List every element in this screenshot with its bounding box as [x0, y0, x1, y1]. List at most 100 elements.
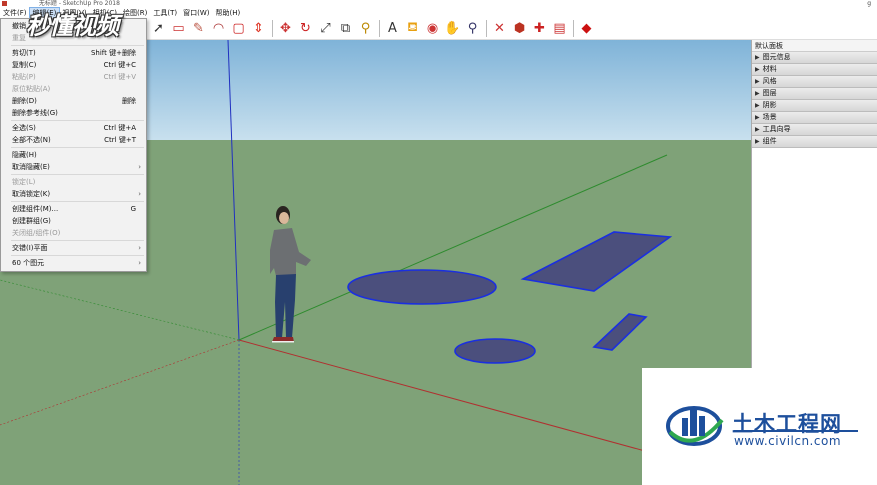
menu-5[interactable]: 工具(T)	[150, 8, 180, 18]
push-pull-icon[interactable]: ⇕	[249, 19, 268, 38]
pan-icon[interactable]: ✋	[443, 19, 462, 38]
select-icon[interactable]: ➚	[149, 19, 168, 38]
move-icon[interactable]: ✥	[276, 19, 295, 38]
edit-menu-dropdown: 撤销 重复 剪切(T) Shift 键+删除 复制(C) Ctrl 键+C 粘贴(P) Ct…	[0, 18, 147, 272]
submenu-arrow-icon: ›	[138, 259, 141, 267]
main-toolbar: ➚ ▭ ✎ ◠ ▢ ⇕ ✥ ↻ ⤢ ⧉ ⚲ A ⛾ ◉ ✋ ⚲ ✕ ⬢ ✚ ▤ ◆	[147, 18, 877, 40]
title-bar: 无标题 - SketchUp Pro 2018 g	[0, 0, 877, 8]
toolbar-separator	[379, 20, 380, 37]
zoom-icon[interactable]: ⚲	[463, 19, 482, 38]
scale-icon[interactable]: ⤢	[316, 19, 335, 38]
expand-triangle-icon: ▶	[755, 138, 760, 145]
tape-measure-icon[interactable]: ⚲	[356, 19, 375, 38]
tray-sections: ▶ 图元信息 ▶ 材料 ▶ 风格 ▶ 图层 ▶ 阴影 ▶ 场景 ▶ 工具向导 ▶ 组件	[752, 52, 877, 148]
edit-menu-item: 原位粘贴(A)	[1, 83, 146, 95]
arc-icon[interactable]: ◠	[209, 19, 228, 38]
offset-icon[interactable]: ⧉	[336, 19, 355, 38]
toolbar-separator	[486, 20, 487, 37]
menu-separator	[11, 255, 144, 256]
menu-item-label: 创建组件(M)...	[12, 205, 59, 213]
edit-menu-item[interactable]: 删除(D) 删除	[1, 95, 146, 107]
default-tray: 默认面板 ▶ 图元信息 ▶ 材料 ▶ 风格 ▶ 图层 ▶ 阴影 ▶ 场景 ▶ 工具向导 ▶ 组件	[751, 40, 877, 368]
menu-item-shortcut: Ctrl 键+A	[103, 124, 136, 132]
ruby-icon[interactable]: ◆	[577, 19, 596, 38]
toolbar-separator	[573, 20, 574, 37]
menu-item-label: 取消隐藏(E)	[12, 163, 50, 171]
menu-item-label: 全选(S)	[12, 124, 36, 132]
tray-section-label: 组件	[762, 137, 777, 145]
menu-item-label: 隐藏(H)	[12, 151, 37, 159]
tray-section-label: 材料	[762, 65, 777, 73]
warehouse-icon[interactable]: ⬢	[510, 19, 529, 38]
menu-7[interactable]: 帮助(H)	[212, 8, 243, 18]
video-watermark: 秒懂视频	[26, 12, 119, 40]
menu-6[interactable]: 窗口(W)	[180, 8, 212, 18]
expand-triangle-icon: ▶	[755, 78, 760, 85]
menu-item-shortcut: Ctrl 键+V	[103, 73, 136, 81]
menu-separator	[11, 120, 144, 121]
menu-item-label: 删除(D)	[12, 97, 37, 105]
menu-separator	[11, 174, 144, 175]
menu-item-label: 剪切(T)	[12, 49, 36, 57]
eraser-icon[interactable]: ▭	[169, 19, 188, 38]
submenu-arrow-icon: ›	[138, 244, 141, 252]
menu-item-label: 粘贴(P)	[12, 73, 36, 81]
orbit-icon[interactable]: ◉	[423, 19, 442, 38]
window-controls[interactable]: g	[867, 0, 871, 8]
edit-menu-item[interactable]: 取消锁定(K) ›	[1, 188, 146, 200]
tray-section[interactable]: ▶ 风格	[752, 76, 877, 88]
tray-section[interactable]: ▶ 图元信息	[752, 52, 877, 64]
menu-separator	[11, 45, 144, 46]
expand-triangle-icon: ▶	[755, 102, 760, 109]
tray-section[interactable]: ▶ 阴影	[752, 100, 877, 112]
shapes-icon[interactable]: ▢	[229, 19, 248, 38]
edit-menu-item[interactable]: 全选(S) Ctrl 键+A	[1, 122, 146, 134]
edit-menu-item[interactable]: 60 个图元 ›	[1, 257, 146, 269]
edit-menu-item[interactable]: 创建组件(M)... G	[1, 203, 146, 215]
paint-bucket-icon[interactable]: ⛾	[403, 19, 422, 38]
tray-section[interactable]: ▶ 工具向导	[752, 124, 877, 136]
menu-item-label: 60 个图元	[12, 259, 45, 267]
menu-item-label: 复制(C)	[12, 61, 37, 69]
edit-menu-item[interactable]: 剪切(T) Shift 键+删除	[1, 47, 146, 59]
zoom-extents-icon[interactable]: ✕	[490, 19, 509, 38]
menu-item-label: 取消锁定(K)	[12, 190, 51, 198]
tray-section-label: 场景	[762, 113, 777, 121]
tray-section-label: 阴影	[762, 101, 777, 109]
edit-menu-item[interactable]: 交错(I)平面 ›	[1, 242, 146, 254]
edit-menu-item[interactable]: 复制(C) Ctrl 键+C	[1, 59, 146, 71]
edit-menu-item: 粘贴(P) Ctrl 键+V	[1, 71, 146, 83]
small-ellipse-face[interactable]	[454, 338, 536, 364]
edit-menu-item: 锁定(L)	[1, 176, 146, 188]
toolbar-separator	[272, 20, 273, 37]
edit-menu-item[interactable]: 全部不选(N) Ctrl 键+T	[1, 134, 146, 146]
edit-menu-item[interactable]: 创建群组(G)	[1, 215, 146, 227]
menu-item-label: 锁定(L)	[12, 178, 36, 186]
expand-triangle-icon: ▶	[755, 66, 760, 73]
menu-item-label: 全部不选(N)	[12, 136, 51, 144]
menu-item-label: 撤销	[12, 22, 26, 30]
menu-item-label: 创建群组(G)	[12, 217, 51, 225]
tray-section[interactable]: ▶ 组件	[752, 136, 877, 148]
pencil-icon[interactable]: ✎	[189, 19, 208, 38]
menu-separator	[11, 147, 144, 148]
menu-item-label: 原位粘贴(A)	[12, 85, 51, 93]
expand-triangle-icon: ▶	[755, 126, 760, 133]
edit-menu-item[interactable]: 隐藏(H)	[1, 149, 146, 161]
tray-section[interactable]: ▶ 材料	[752, 64, 877, 76]
tray-section[interactable]: ▶ 图层	[752, 88, 877, 100]
menu-item-label: 交错(I)平面	[12, 244, 48, 252]
edit-menu-item[interactable]: 取消隐藏(E) ›	[1, 161, 146, 173]
large-ellipse-face[interactable]	[347, 269, 497, 305]
tray-title: 默认面板	[752, 40, 877, 52]
tray-section[interactable]: ▶ 场景	[752, 112, 877, 124]
layout-icon[interactable]: ▤	[550, 19, 569, 38]
menu-item-shortcut: Ctrl 键+C	[103, 61, 136, 69]
rotate-icon[interactable]: ↻	[296, 19, 315, 38]
menu-item-shortcut: Ctrl 键+T	[104, 136, 136, 144]
civilcn-logo-icon	[666, 406, 724, 446]
menu-4[interactable]: 绘图(R)	[120, 8, 150, 18]
text-icon[interactable]: A	[383, 19, 402, 38]
extension-warehouse-icon[interactable]: ✚	[530, 19, 549, 38]
edit-menu-item[interactable]: 删除参考线(G)	[1, 107, 146, 119]
